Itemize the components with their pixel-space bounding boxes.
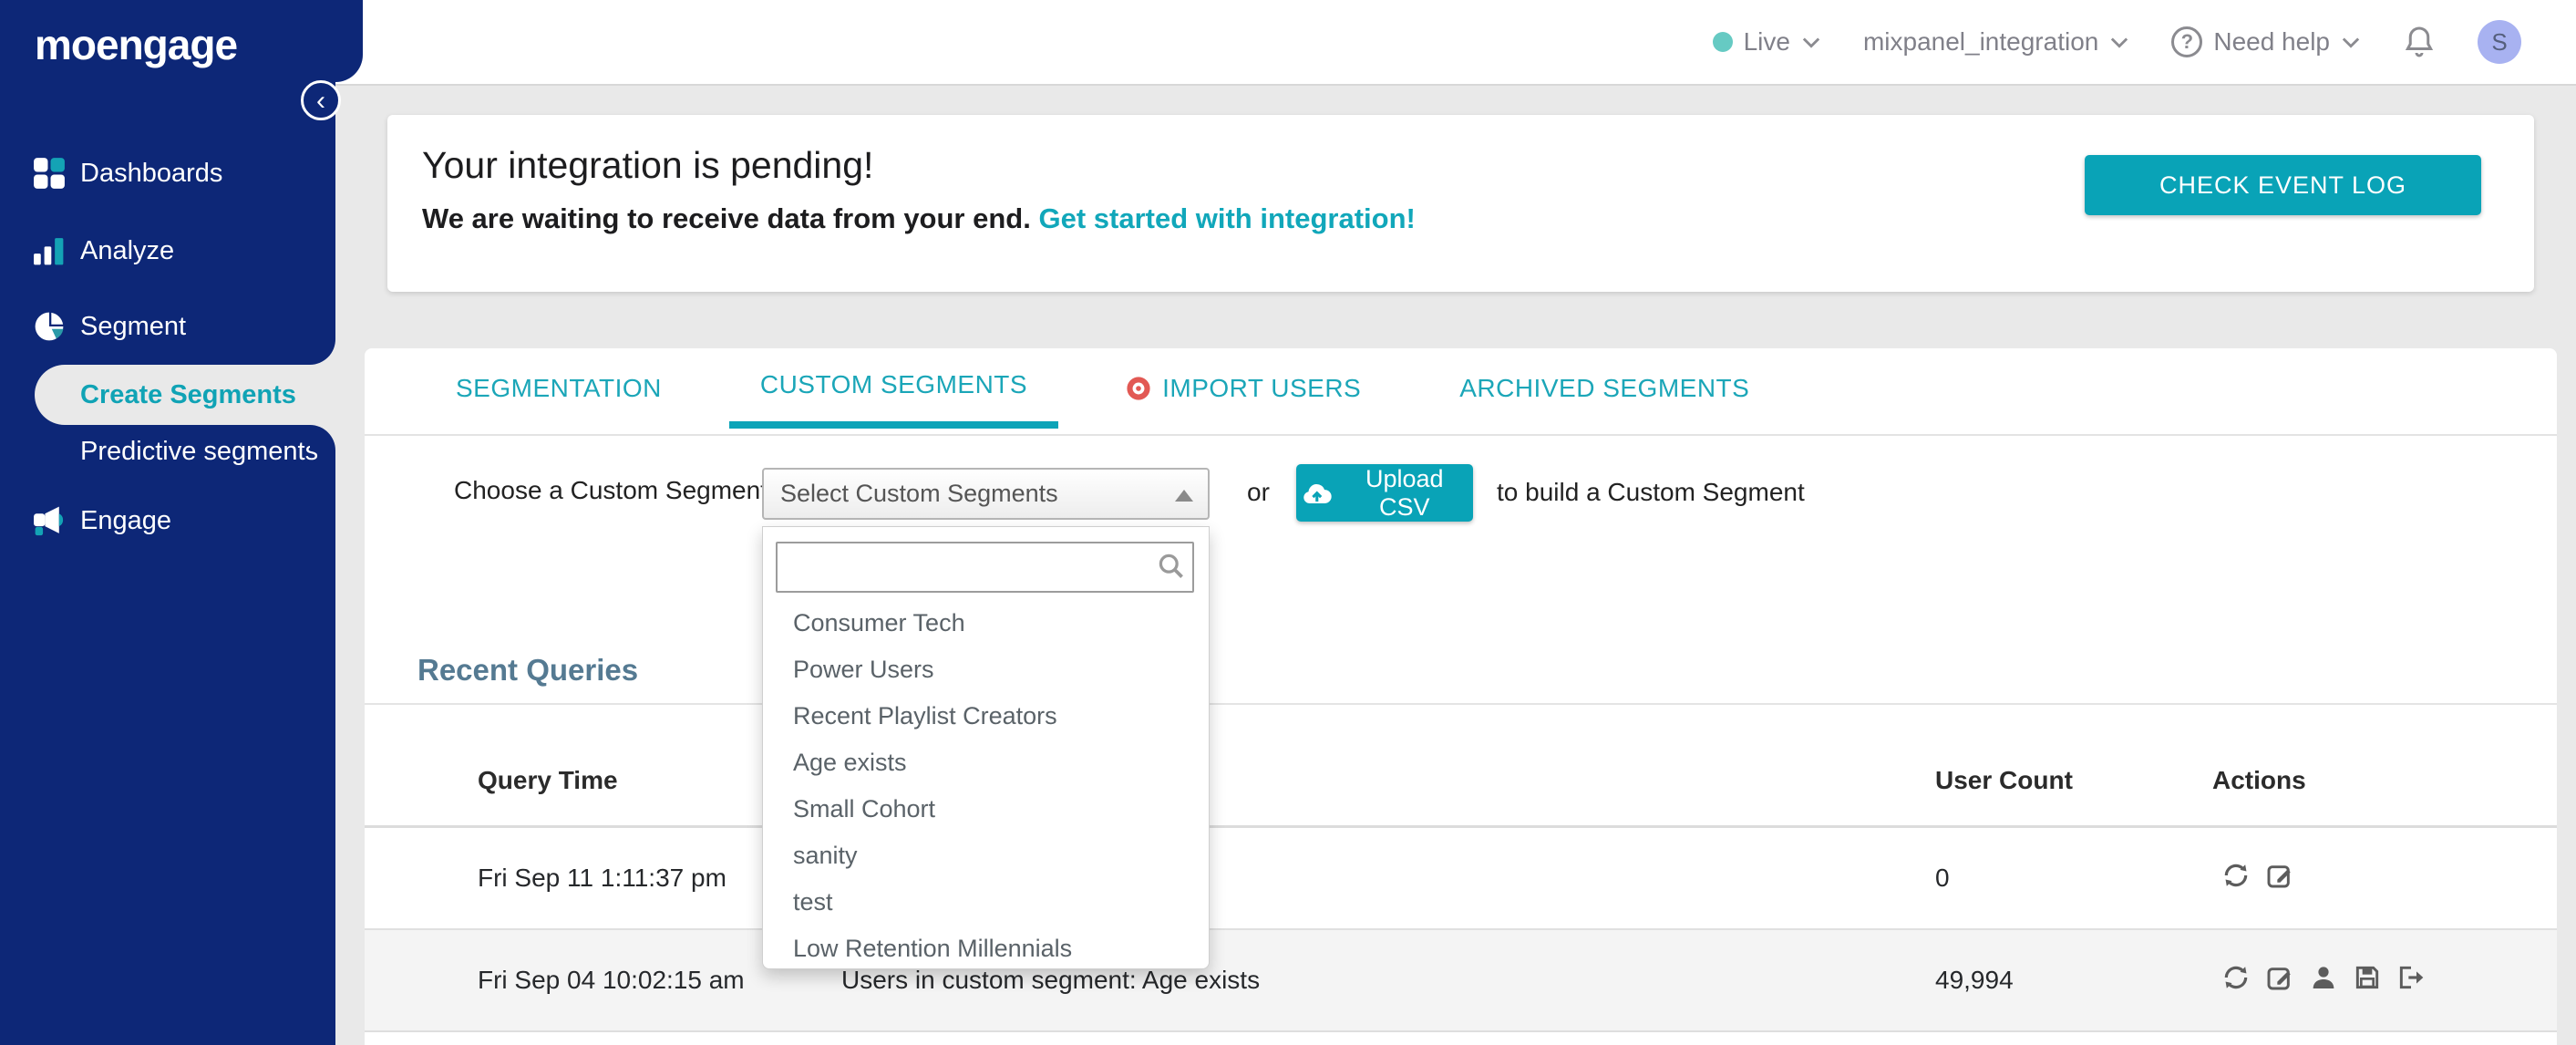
tab-archived-segments[interactable]: ARCHIVED SEGMENTS (1428, 348, 1780, 429)
segment-option[interactable]: Recent Playlist Creators (763, 693, 1209, 740)
save-icon[interactable] (2353, 963, 2382, 992)
sidebar-item-segment[interactable]: Segment (0, 301, 335, 352)
sidebar-item-label: Segment (80, 311, 187, 341)
moengage-app: moengage Dashboards Analyze Segment Crea… (0, 0, 2576, 1045)
sidebar-item-create-segments[interactable]: Create Segments (35, 365, 335, 425)
integration-banner: Your integration is pending! We are wait… (387, 115, 2534, 292)
edit-icon[interactable] (2265, 861, 2294, 890)
refresh-icon[interactable] (2221, 861, 2251, 890)
segment-icon (31, 308, 78, 345)
sidebar-item-label: Engage (80, 505, 171, 535)
row-actions (2221, 861, 2294, 890)
query-time-cell: Fri Sep 11 1:11:37 pm (478, 864, 726, 892)
table-top-divider (365, 703, 2557, 705)
choose-segment-label: Choose a Custom Segment: (454, 476, 775, 504)
or-label: or (1247, 478, 1270, 506)
custom-segments-dropdown-panel: Consumer Tech Power Users Recent Playlist … (762, 526, 1210, 969)
sidebar-item-dashboards[interactable]: Dashboards (0, 148, 335, 199)
banner-subtitle: We are waiting to receive data from your… (422, 202, 1416, 234)
build-segment-label: to build a Custom Segment (1497, 478, 1805, 506)
search-icon (1159, 554, 1183, 578)
active-pill-scoop-top (310, 339, 335, 365)
avatar[interactable]: S (2478, 20, 2521, 64)
active-pill-scoop-bottom (310, 425, 335, 450)
topbar: Live mixpanel_integration ? Need help S (335, 0, 2576, 86)
tab-custom-segments[interactable]: CUSTOM SEGMENTS (728, 348, 1059, 429)
user-count-cell: 0 (1935, 864, 1950, 892)
custom-segment-select[interactable]: Select Custom Segments (762, 468, 1210, 520)
chevron-down-icon (2342, 37, 2360, 48)
sidebar: moengage Dashboards Analyze Segment Crea… (0, 0, 335, 1045)
user-count-cell: 49,994 (1935, 966, 2014, 994)
help-menu[interactable]: ? Need help (2171, 26, 2361, 57)
banner-title: Your integration is pending! (422, 144, 874, 186)
sidebar-item-predictive-segments[interactable]: Predictive segments (0, 426, 335, 477)
sidebar-item-label: Analyze (80, 235, 175, 265)
dashboards-icon (31, 155, 78, 191)
segment-option[interactable]: test (763, 879, 1209, 926)
analyze-icon (31, 233, 78, 269)
user-icon[interactable] (2309, 963, 2338, 992)
sidebar-item-analyze[interactable]: Analyze (0, 225, 335, 276)
chevron-down-icon (1802, 37, 1820, 48)
table-row: Fri Sep 04 10:02:15 am Users in custom s… (365, 930, 2557, 1030)
environment-selector[interactable]: Live (1712, 27, 1821, 57)
workspace-label: mixpanel_integration (1862, 27, 2099, 56)
engage-icon (31, 502, 78, 539)
segment-option[interactable]: Power Users (763, 647, 1209, 693)
sidebar-item-label: Dashboards (80, 158, 223, 188)
upload-csv-button[interactable]: Upload CSV (1296, 464, 1473, 522)
query-time-cell: Fri Sep 04 10:02:15 am (478, 966, 745, 994)
moengage-logo: moengage (35, 21, 238, 68)
environment-label: Live (1743, 27, 1790, 56)
tab-import-users[interactable]: IMPORT USERS (1095, 348, 1392, 429)
column-header-query-time: Query Time (478, 766, 618, 794)
tabs-divider (365, 434, 2557, 436)
select-value: Select Custom Segments (780, 480, 1058, 507)
live-status-dot (1712, 32, 1733, 52)
refresh-icon[interactable] (2221, 963, 2251, 992)
edit-icon[interactable] (2265, 963, 2294, 992)
column-header-user-count: User Count (1935, 766, 2073, 794)
segment-option[interactable]: sanity (763, 833, 1209, 879)
get-started-link[interactable]: Get started with integration! (1038, 202, 1415, 234)
segment-option[interactable]: Age exists (763, 740, 1209, 786)
sidebar-item-label: Create Segments (80, 379, 296, 409)
sidebar-item-engage[interactable]: Engage (0, 495, 335, 546)
row-actions (2221, 963, 2426, 992)
row-divider (365, 1030, 2557, 1032)
bell-icon[interactable] (2403, 24, 2436, 60)
sidebar-item-label: Predictive segments (80, 436, 319, 466)
segment-options-list: Consumer Tech Power Users Recent Playlist … (763, 600, 1209, 972)
segment-option[interactable]: Low Retention Millennials (763, 926, 1209, 972)
segment-option[interactable]: Consumer Tech (763, 600, 1209, 647)
check-event-log-button[interactable]: CHECK EVENT LOG (2085, 155, 2481, 215)
column-header-actions: Actions (2212, 766, 2306, 794)
segments-card: SEGMENTATION CUSTOM SEGMENTS IMPORT USER… (365, 348, 2557, 1045)
segment-option[interactable]: Small Cohort (763, 786, 1209, 833)
recent-queries-heading: Recent Queries (417, 653, 639, 687)
question-circle-icon: ? (2171, 26, 2203, 57)
workspace-selector[interactable]: mixpanel_integration (1863, 27, 2129, 57)
export-icon[interactable] (2396, 963, 2426, 992)
chevron-up-icon (1175, 490, 1193, 502)
segment-tabs: SEGMENTATION CUSTOM SEGMENTS IMPORT USER… (425, 348, 1780, 429)
cloud-upload-icon (1303, 483, 1332, 503)
help-label: Need help (2213, 27, 2330, 56)
chevron-down-icon (2111, 37, 2128, 48)
segment-search-input[interactable] (776, 542, 1194, 593)
sidebar-collapse-button[interactable]: ‹ (301, 80, 341, 120)
tab-segmentation[interactable]: SEGMENTATION (425, 348, 693, 429)
table-row: Fri Sep 11 1:11:37 pm 0 (365, 828, 2557, 928)
import-users-target-icon (1126, 376, 1151, 401)
